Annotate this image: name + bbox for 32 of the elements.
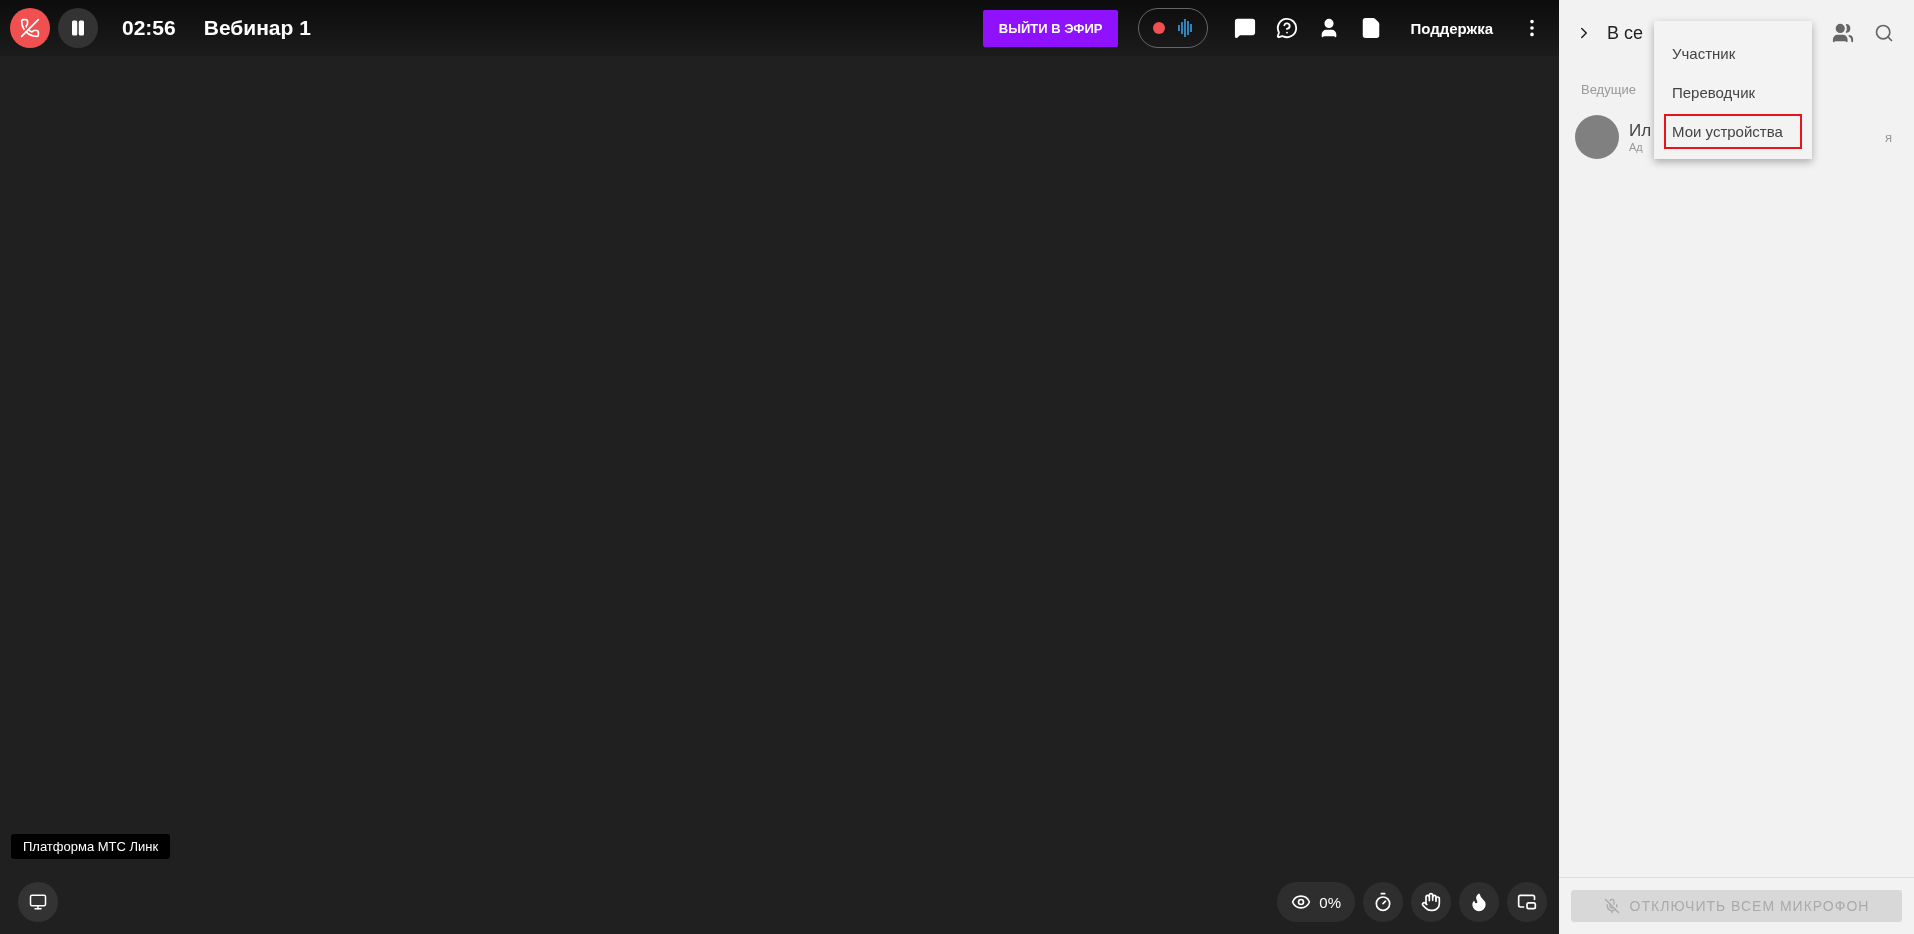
- flame-icon: [1469, 892, 1489, 912]
- participant-role: Ад: [1629, 141, 1644, 153]
- eye-icon: [1291, 892, 1312, 912]
- me-label: я: [1884, 129, 1892, 145]
- mic-off-icon: [1603, 898, 1620, 914]
- section-label: Ведущие: [1581, 82, 1636, 97]
- screen-share-button[interactable]: [18, 882, 58, 922]
- flame-button[interactable]: [1459, 882, 1499, 922]
- pause-button[interactable]: [58, 8, 98, 48]
- raise-hand-button[interactable]: [1411, 882, 1451, 922]
- pause-icon: [69, 19, 87, 37]
- timer: 02:56: [122, 16, 176, 40]
- stopwatch-icon: [1373, 892, 1393, 912]
- hang-up-button[interactable]: [10, 8, 50, 48]
- phone-icon: [20, 18, 40, 38]
- go-live-button[interactable]: ВЫЙТИ В ЭФИР: [982, 9, 1119, 47]
- picture-in-picture-icon: [1517, 892, 1537, 912]
- menu-item[interactable]: Участник: [1664, 36, 1802, 71]
- picture-in-picture-button[interactable]: [1507, 882, 1547, 922]
- timer-button[interactable]: [1363, 882, 1403, 922]
- sidebar-title: В се: [1607, 22, 1645, 44]
- participant-name: Ил: [1629, 121, 1652, 141]
- menu-item[interactable]: Мои устройства: [1664, 114, 1802, 149]
- tooltip: Платформа МТС Линк: [11, 834, 171, 859]
- webinar-title: Вебинар 1: [203, 16, 312, 40]
- sound-wave-icon: [1177, 17, 1194, 39]
- monitor-icon: [29, 893, 47, 911]
- support-link[interactable]: Поддержка: [1404, 18, 1499, 38]
- views-button[interactable]: 0%: [1277, 882, 1355, 922]
- menu-item[interactable]: Переводчик: [1664, 75, 1802, 110]
- avatar: [1575, 115, 1619, 159]
- hand-icon: [1421, 892, 1441, 912]
